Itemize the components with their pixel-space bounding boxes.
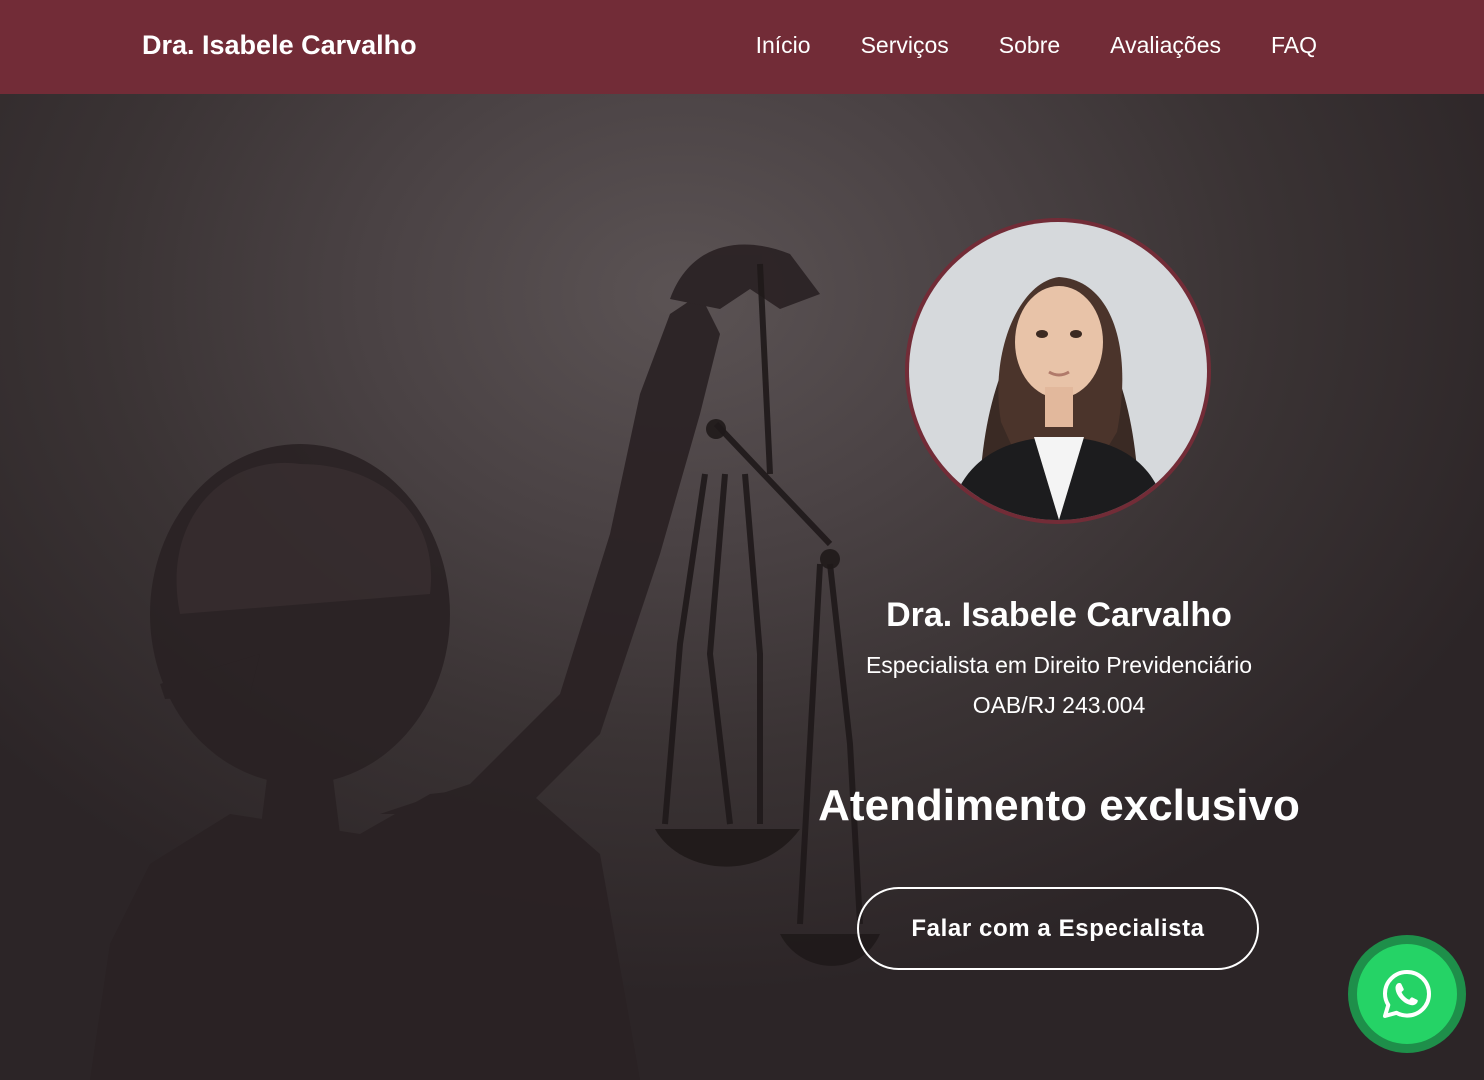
oab-registration: OAB/RJ 243.004 — [972, 692, 1146, 718]
hero-headline: Atendimento exclusivo — [818, 781, 1300, 830]
nav-link-faq[interactable]: FAQ — [1271, 28, 1317, 62]
nav-link-avaliacoes[interactable]: Avaliações — [1110, 28, 1221, 62]
whatsapp-circle — [1357, 944, 1457, 1044]
hero-section: Dra. Isabele Carvalho Especialista em Di… — [0, 94, 1484, 1080]
lady-justice-background-image — [90, 244, 880, 1080]
top-navbar: Dra. Isabele Carvalho Início Serviços So… — [0, 0, 1484, 94]
brand-logo-link[interactable]: Dra. Isabele Carvalho — [142, 28, 417, 62]
contact-specialist-button[interactable]: Falar com a Especialista — [857, 887, 1259, 970]
nav-link-inicio[interactable]: Início — [756, 28, 811, 62]
lawyer-name: Dra. Isabele Carvalho — [886, 596, 1232, 634]
lawyer-portrait — [905, 218, 1211, 524]
lawyer-specialty: Especialista em Direito Previdenciário — [865, 652, 1253, 678]
whatsapp-icon — [1383, 970, 1431, 1018]
whatsapp-float-button[interactable] — [1348, 935, 1466, 1053]
nav-link-servicos[interactable]: Serviços — [861, 28, 949, 62]
main-nav: Início Serviços Sobre Avaliações FAQ — [756, 28, 1317, 62]
nav-link-sobre[interactable]: Sobre — [999, 28, 1060, 62]
avatar — [909, 222, 1207, 520]
